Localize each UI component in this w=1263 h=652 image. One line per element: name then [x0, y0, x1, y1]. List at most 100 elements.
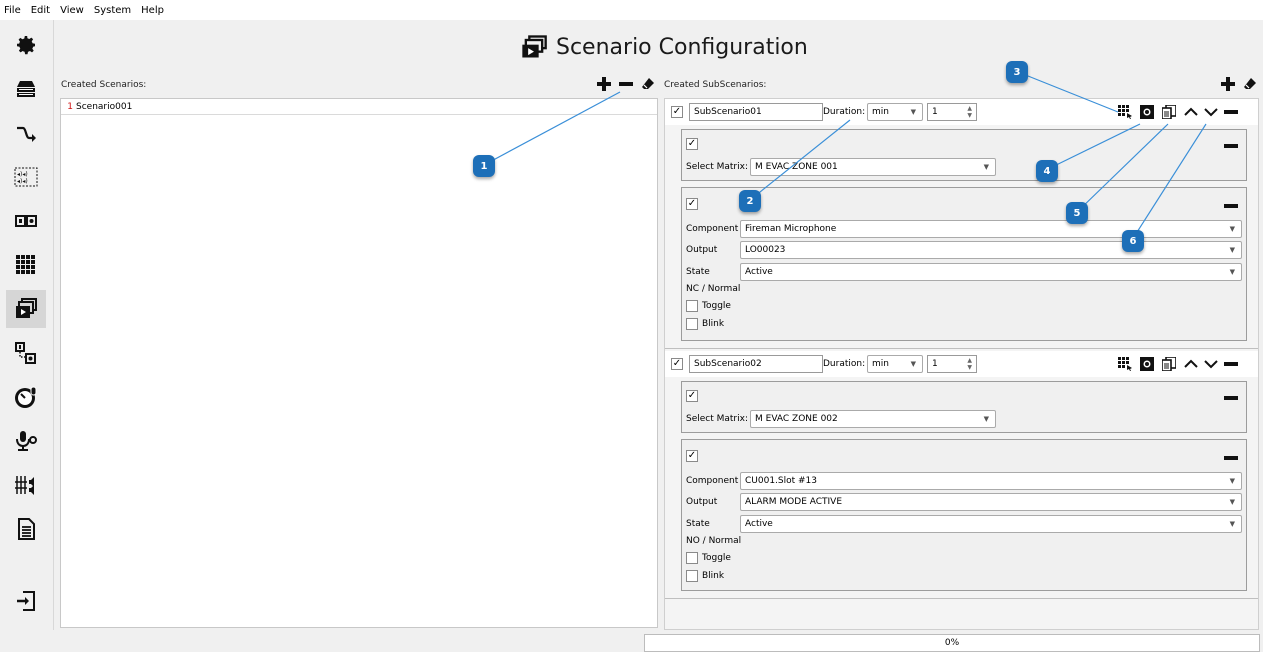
menu-help[interactable]: Help [141, 5, 164, 16]
menu-system[interactable]: System [94, 5, 131, 16]
duration-unit-select[interactable]: min ▼ [867, 103, 923, 121]
component-select[interactable]: CU001.Slot #13 ▼ [740, 472, 1242, 490]
callout-badge-6: 6 [1122, 230, 1144, 252]
move-up-button[interactable] [1183, 104, 1199, 120]
add-scenario-button[interactable] [596, 76, 612, 92]
matrix-enable-checkbox[interactable] [686, 390, 698, 402]
sidebar: ◂)◂) ◂)◂) [0, 20, 54, 630]
chevron-down-icon: ▼ [983, 415, 989, 423]
matrix-select[interactable]: M EVAC ZONE 001 ▼ [750, 158, 996, 176]
chevron-down-icon [1204, 108, 1218, 117]
component-select[interactable]: Fireman Microphone ▼ [740, 220, 1242, 238]
sidebar-item-io[interactable] [6, 202, 46, 240]
matrix-enable-checkbox[interactable] [686, 138, 698, 150]
matrix-select-button[interactable] [1117, 356, 1133, 372]
scenario-number: 1 [67, 101, 73, 112]
matrix-select[interactable]: M EVAC ZONE 002 ▼ [750, 410, 996, 428]
toggle-checkbox[interactable] [686, 552, 698, 564]
duration-unit-select[interactable]: min ▼ [867, 355, 923, 373]
output-select[interactable]: ALARM MODE ACTIVE ▼ [740, 493, 1242, 511]
sidebar-item-mixer[interactable] [6, 466, 46, 504]
duration-value-stepper[interactable]: 1 ▲ ▼ [927, 103, 977, 121]
subscenario-name-input[interactable]: SubScenario02 [689, 355, 823, 373]
component-group: Component CU001.Slot #13 ▼ Output ALARM M… [681, 439, 1247, 591]
duration-value: 1 [932, 359, 938, 369]
component-enable-checkbox[interactable] [686, 198, 698, 210]
remove-subscenario-button[interactable] [1223, 104, 1239, 120]
component-value: CU001.Slot #13 [745, 476, 818, 486]
duration-value-stepper[interactable]: 1 ▲ ▼ [927, 355, 977, 373]
remove-scenario-button[interactable] [618, 76, 634, 92]
chevron-down-icon: ▼ [1229, 520, 1235, 528]
io-add-button[interactable] [1139, 104, 1155, 120]
state-select[interactable]: Active ▼ [740, 263, 1242, 281]
eraser-icon [1244, 78, 1256, 89]
chevron-up-icon [1184, 359, 1198, 368]
output-select[interactable]: LO00023 ▼ [740, 241, 1242, 259]
remove-component-button[interactable] [1224, 204, 1238, 208]
sidebar-item-monitoring[interactable] [6, 378, 46, 416]
clear-subscenarios-button[interactable] [1242, 76, 1258, 92]
list-item[interactable]: 1 Scenario001 [61, 99, 657, 115]
plus-icon [1221, 77, 1235, 91]
sidebar-item-io-link[interactable] [6, 334, 46, 372]
sidebar-item-settings[interactable] [6, 26, 46, 64]
blink-label: Blink [702, 571, 725, 581]
minus-icon [619, 82, 633, 86]
subscenario-name-input[interactable]: SubScenario01 [689, 103, 823, 121]
sidebar-item-routing[interactable] [6, 114, 46, 152]
blink-checkbox[interactable] [686, 570, 698, 582]
output-square-icon [1140, 105, 1154, 119]
sidebar-item-speakers[interactable]: ◂)◂) ◂)◂) [6, 158, 46, 196]
remove-subscenario-button[interactable] [1223, 356, 1239, 372]
subscenario-enable-checkbox[interactable] [671, 358, 683, 370]
add-subscenario-button[interactable] [1220, 76, 1236, 92]
menu-bar: File Edit View System Help [0, 0, 1263, 20]
speaker-group-icon: ◂)◂)◂)◂) [14, 167, 38, 187]
blink-label: Blink [702, 319, 725, 329]
blink-checkbox[interactable] [686, 318, 698, 330]
move-down-button[interactable] [1203, 356, 1219, 372]
copy-button[interactable] [1161, 104, 1177, 120]
menu-file[interactable]: File [4, 5, 21, 16]
io-link-icon [15, 342, 36, 364]
move-down-button[interactable] [1203, 104, 1219, 120]
subscenario-card: SubScenario02 Duration: min ▼ 1 ▲▼ Select … [665, 351, 1258, 599]
scenario-icon [522, 35, 547, 58]
remove-component-button[interactable] [1224, 456, 1238, 460]
spin-arrows-icon: ▲ ▼ [967, 105, 972, 119]
menu-view[interactable]: View [60, 5, 84, 16]
progress-text: 0% [944, 638, 960, 648]
sidebar-item-microphones[interactable] [6, 422, 46, 460]
clear-scenarios-button[interactable] [640, 76, 656, 92]
sidebar-item-devices[interactable] [6, 70, 46, 108]
spin-arrows-icon: ▲ ▼ [967, 357, 972, 371]
callout-badge-2: 2 [739, 190, 761, 212]
copy-button[interactable] [1161, 356, 1177, 372]
io-add-button[interactable] [1139, 356, 1155, 372]
subscenario-enable-checkbox[interactable] [671, 106, 683, 118]
duration-unit-value: min [872, 359, 889, 369]
scenarios-label: Created Scenarios: [61, 80, 147, 90]
duration-value: 1 [932, 107, 938, 117]
subscenario-header: SubScenario02 Duration: min ▼ 1 ▲▼ [665, 351, 1258, 377]
duration-unit-value: min [872, 107, 889, 117]
sidebar-item-matrix[interactable] [6, 246, 46, 284]
remove-matrix-button[interactable] [1224, 396, 1238, 400]
move-up-button[interactable] [1183, 356, 1199, 372]
remove-matrix-button[interactable] [1224, 144, 1238, 148]
toggle-checkbox[interactable] [686, 300, 698, 312]
component-enable-checkbox[interactable] [686, 450, 698, 462]
scenario-list: 1 Scenario001 [60, 98, 658, 628]
io-icon [15, 215, 37, 227]
sidebar-item-reports[interactable] [6, 510, 46, 548]
menu-edit[interactable]: Edit [31, 5, 50, 16]
eraser-icon [642, 78, 654, 89]
chevron-down-icon: ▼ [983, 163, 989, 171]
progress-bar: 0% [644, 634, 1260, 652]
sidebar-item-logout[interactable] [6, 582, 46, 620]
output-value: ALARM MODE ACTIVE [745, 497, 843, 507]
state-select[interactable]: Active ▼ [740, 515, 1242, 533]
sidebar-item-scenarios[interactable] [6, 290, 46, 328]
matrix-select-button[interactable] [1117, 104, 1133, 120]
